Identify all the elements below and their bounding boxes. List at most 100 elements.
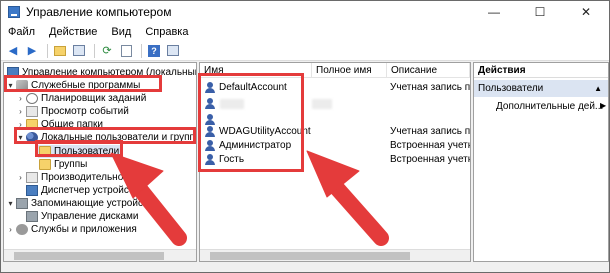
user-name: Гость <box>219 154 245 165</box>
actions-section-users[interactable]: Пользователи ▲ <box>474 80 608 97</box>
user-name: WDAGUtilityAccount <box>219 126 311 137</box>
tree-item-task-scheduler[interactable]: › Планировщик заданий <box>16 92 146 105</box>
horizontal-scrollbar[interactable] <box>4 249 196 261</box>
tree-item-label: Группы <box>54 159 88 170</box>
tree-item-performance[interactable]: › Производительность <box>16 171 138 184</box>
list-item[interactable]: WDAGUtilityAccount Учетная запись поль..… <box>200 124 470 139</box>
maximize-button[interactable]: ☐ <box>517 1 563 23</box>
list-item[interactable]: DefaultAccount Учетная запись поль... <box>200 80 470 95</box>
menu-action[interactable]: Действие <box>42 26 104 38</box>
tree-item-label: Планировщик заданий <box>41 93 147 104</box>
tree-item-label: Пользователи <box>54 146 120 157</box>
user-icon <box>204 97 216 110</box>
scrollbar-thumb[interactable] <box>210 252 410 260</box>
chevron-right-icon[interactable]: › <box>16 120 25 129</box>
tree-item-computer-management[interactable]: Управление компьютером (локальным) <box>6 66 197 79</box>
chevron-right-icon[interactable]: › <box>16 173 25 182</box>
toolbar-separator <box>47 43 48 58</box>
horizontal-scrollbar[interactable] <box>200 249 470 261</box>
menu-help[interactable]: Справка <box>138 26 195 38</box>
title-bar: Управление компьютером — ☐ ✕ <box>1 1 609 23</box>
tree-item-label: Службы и приложения <box>31 224 137 235</box>
clock-icon <box>26 93 38 104</box>
refresh-icon[interactable]: ⟳ <box>99 43 115 59</box>
list-item[interactable] <box>200 96 470 111</box>
users-list: Имя Полное имя Описание DefaultAccount У… <box>199 62 471 262</box>
chevron-right-icon[interactable]: › <box>16 94 25 103</box>
tree-item-local-users-groups[interactable]: ▾ Локальные пользователи и группы <box>16 131 197 144</box>
chevron-right-icon[interactable]: › <box>16 107 25 116</box>
menu-view[interactable]: Вид <box>104 26 138 38</box>
user-description: Встроенная учетная... <box>390 154 471 165</box>
up-icon[interactable] <box>52 43 68 59</box>
more-actions-label: Дополнительные дей... <box>496 101 604 112</box>
export-icon[interactable] <box>118 43 134 59</box>
tools-icon <box>16 80 28 91</box>
user-description: Учетная запись поль... <box>390 126 471 137</box>
user-description: Учетная запись поль... <box>390 82 471 93</box>
forward-icon[interactable]: ▶ <box>24 43 40 59</box>
column-header-name[interactable]: Имя <box>200 63 312 78</box>
window-title: Управление компьютером <box>26 5 172 19</box>
tree-item-disk-management[interactable]: Управление дисками <box>16 210 138 223</box>
chevron-down-icon[interactable]: ▾ <box>6 81 15 90</box>
storage-icon <box>16 198 28 209</box>
toolbar-separator <box>94 43 95 58</box>
close-button[interactable]: ✕ <box>563 1 609 23</box>
user-description: Встроенная учетная... <box>390 140 471 151</box>
tree-item-device-manager[interactable]: Диспетчер устройств <box>25 184 139 197</box>
submenu-arrow-icon: ▶ <box>600 101 607 110</box>
actions-section-label: Пользователи <box>478 83 544 94</box>
chevron-right-icon[interactable]: › <box>6 225 15 234</box>
tree-item-label: Запоминающие устройства <box>31 198 159 209</box>
chevron-down-icon[interactable]: ▾ <box>6 199 15 208</box>
toolbar: ◀ ▶ ⟳ ? <box>1 41 609 61</box>
users-icon <box>26 132 38 143</box>
tree-item-system-tools[interactable]: ▾ Служебные программы <box>6 79 140 92</box>
help-icon[interactable]: ? <box>146 43 162 59</box>
tree-item-label: Общие папки <box>41 119 104 130</box>
user-icon <box>204 139 216 152</box>
menu-file[interactable]: Файл <box>1 26 42 38</box>
chevron-down-icon[interactable]: ▾ <box>16 133 25 142</box>
menu-bar: Файл Действие Вид Справка <box>1 23 609 41</box>
properties-icon[interactable] <box>165 43 181 59</box>
tree-item-label: Диспетчер устройств <box>41 185 139 196</box>
device-manager-icon <box>26 185 38 196</box>
tree-item-groups[interactable]: Группы <box>38 158 87 171</box>
computer-management-window: Управление компьютером — ☐ ✕ Файл Действ… <box>0 0 610 273</box>
actions-header: Действия <box>474 63 608 78</box>
folder-icon <box>39 159 51 170</box>
list-item[interactable]: Администратор Встроенная учетная... <box>200 138 470 153</box>
redacted-name <box>220 99 244 109</box>
collapse-icon[interactable]: ▲ <box>594 84 602 93</box>
user-name: DefaultAccount <box>219 82 287 93</box>
tree-item-label: Управление компьютером (локальным) <box>22 67 197 78</box>
list-item[interactable]: Гость Встроенная учетная... <box>200 152 470 167</box>
tree-item-event-viewer[interactable]: › Просмотр событий <box>16 105 129 118</box>
minimize-button[interactable]: — <box>471 1 517 23</box>
user-icon <box>204 81 216 94</box>
back-icon[interactable]: ◀ <box>5 43 21 59</box>
folder-icon <box>39 146 51 157</box>
tree-item-users[interactable]: Пользователи <box>38 145 124 158</box>
disk-icon <box>26 211 38 222</box>
tree-item-label: Локальные пользователи и группы <box>41 132 197 143</box>
redacted-full-name <box>312 99 332 109</box>
computer-management-icon <box>7 67 19 78</box>
user-name: Администратор <box>219 140 292 151</box>
scrollbar-thumb[interactable] <box>14 252 164 260</box>
services-icon <box>16 224 28 235</box>
tree-item-services-apps[interactable]: › Службы и приложения <box>6 223 137 236</box>
performance-icon <box>26 172 38 183</box>
tree-item-shared-folders[interactable]: › Общие папки <box>16 118 103 131</box>
more-actions-item[interactable]: Дополнительные дей... ▶ <box>496 101 607 112</box>
tree-item-storage[interactable]: ▾ Запоминающие устройства <box>6 197 158 210</box>
toolbar-separator <box>141 43 142 58</box>
column-header-description[interactable]: Описание <box>387 63 470 78</box>
console-tree: Управление компьютером (локальным) ▾ Слу… <box>3 62 197 262</box>
tree-item-label: Служебные программы <box>31 80 141 91</box>
shared-folder-icon <box>26 119 38 130</box>
column-header-full-name[interactable]: Полное имя <box>312 63 387 78</box>
console-tree-icon[interactable] <box>71 43 87 59</box>
